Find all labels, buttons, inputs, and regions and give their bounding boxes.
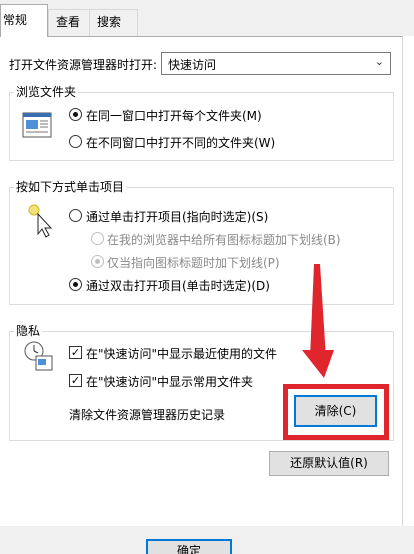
restore-defaults-label: 还原默认值(R) [290, 456, 368, 470]
ok-button-label: 确定 [176, 544, 201, 554]
ok-button[interactable]: 确定 [146, 539, 232, 554]
restore-defaults-button[interactable]: 还原默认值(R) [269, 451, 389, 476]
tab-general-label: 常规 [3, 13, 28, 27]
tab-general[interactable]: 常规 [0, 4, 48, 37]
